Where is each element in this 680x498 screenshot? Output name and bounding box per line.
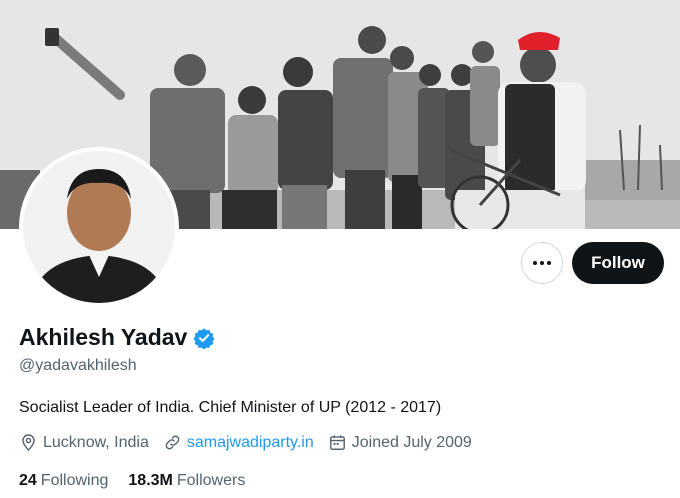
- location-pin-icon: [22, 434, 35, 452]
- verified-badge-icon[interactable]: [193, 327, 215, 349]
- following-label: Following: [40, 472, 109, 489]
- joined-date: Joined July 2009: [351, 433, 472, 451]
- website-link[interactable]: samajwadiparty.in: [187, 434, 314, 452]
- link-icon: [165, 435, 180, 450]
- followers-link[interactable]: 18.3M Followers: [128, 472, 245, 490]
- more-options-button[interactable]: [521, 242, 563, 284]
- joined-item: Joined July 2009: [328, 433, 472, 452]
- followers-label: Followers: [176, 472, 246, 489]
- location-item: Lucknow, India: [19, 433, 149, 452]
- profile-bio: Socialist Leader of India. Chief Ministe…: [19, 399, 442, 416]
- avatar: [23, 151, 175, 303]
- profile-stats: 24 Following 18.3M Followers: [19, 472, 245, 490]
- profile-handle: @yadavakhilesh: [19, 357, 137, 374]
- follow-button[interactable]: Follow: [572, 242, 664, 284]
- profile-name-row: Akhilesh Yadav: [19, 324, 215, 351]
- display-name: Akhilesh Yadav: [19, 324, 188, 350]
- calendar-icon: [329, 435, 345, 450]
- location-text: Lucknow, India: [43, 433, 149, 451]
- avatar-photo: [23, 151, 175, 303]
- profile-meta: Lucknow, India samajwadiparty.in Joined …: [19, 433, 472, 452]
- following-count: 24: [19, 472, 37, 489]
- followers-count: 18.3M: [128, 472, 173, 489]
- profile-avatar[interactable]: [19, 147, 179, 307]
- following-link[interactable]: 24 Following: [19, 472, 108, 490]
- website-item: samajwadiparty.in: [163, 433, 314, 452]
- more-horizontal-icon: [533, 261, 551, 265]
